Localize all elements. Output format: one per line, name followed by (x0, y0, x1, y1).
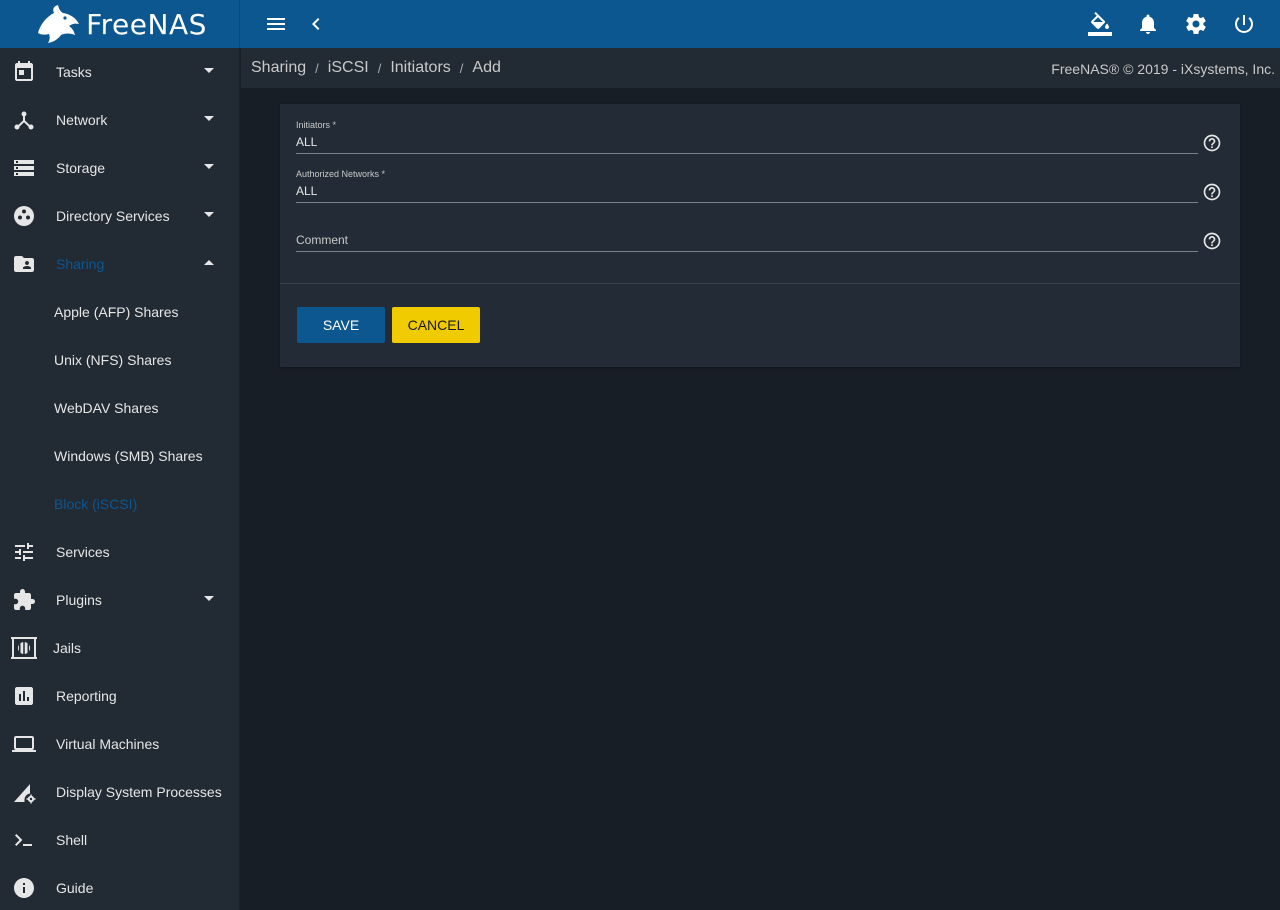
help-circle-icon[interactable] (1202, 133, 1222, 153)
sidebar-item-label: Directory Services (56, 208, 170, 224)
sidebar-item-storage[interactable]: Storage (0, 144, 239, 192)
chevron-down-icon (204, 116, 214, 121)
chevron-down-icon (204, 212, 214, 217)
paint-bucket-icon[interactable] (1088, 12, 1112, 36)
sidebar-item-tasks[interactable]: Tasks (0, 48, 239, 96)
sidebar-item-label: Network (56, 112, 108, 128)
help-circle-icon[interactable] (1202, 182, 1222, 202)
comment-field[interactable]: Comment (296, 216, 1198, 252)
breadcrumb-item-sharing[interactable]: Sharing (251, 59, 306, 77)
terminal-icon (12, 828, 36, 852)
form-divider (280, 283, 1240, 284)
puzzle-icon (12, 588, 36, 612)
sidebar-subitem-iscsi[interactable]: Block (iSCSI) (0, 480, 239, 528)
chart-icon (12, 684, 36, 708)
sidebar-item-label: Shell (56, 832, 88, 848)
network-icon (12, 108, 36, 132)
chevron-up-icon (204, 260, 214, 265)
initiators-value[interactable]: ALL (296, 135, 317, 149)
sidebar-item-label: Services (56, 544, 110, 560)
processes-icon (12, 780, 36, 804)
sidebar: Tasks Network Storage Directory Services… (0, 48, 240, 910)
sidebar-subitem-webdav[interactable]: WebDAV Shares (0, 384, 239, 432)
bell-icon[interactable] (1136, 12, 1160, 36)
chevron-left-icon[interactable] (304, 12, 328, 36)
comment-placeholder[interactable]: Comment (296, 233, 348, 247)
sidebar-item-display-system-processes[interactable]: Display System Processes (0, 768, 239, 816)
logo[interactable]: FreeNAS (0, 0, 240, 48)
chevron-down-icon (204, 68, 214, 73)
sidebar-item-jails[interactable]: Jails (0, 624, 239, 672)
breadcrumb-item-initiators[interactable]: Initiators (390, 59, 450, 77)
initiators-field[interactable]: Initiators * ALL (296, 118, 1198, 154)
authorized-networks-field[interactable]: Authorized Networks * ALL (296, 167, 1198, 203)
sidebar-item-label: Guide (56, 880, 94, 896)
folder-shared-icon (12, 252, 36, 276)
top-bar: FreeNAS (0, 0, 1280, 48)
info-icon (12, 876, 36, 900)
sidebar-item-label: Virtual Machines (56, 736, 160, 752)
sidebar-item-label: Storage (56, 160, 106, 176)
sidebar-item-label: Tasks (56, 64, 92, 80)
sidebar-item-sharing[interactable]: Sharing (0, 240, 239, 288)
sidebar-item-shell[interactable]: Shell (0, 816, 239, 864)
sidebar-item-services[interactable]: Services (0, 528, 239, 576)
sidebar-subitem-afp[interactable]: Apple (AFP) Shares (0, 288, 239, 336)
storage-icon (12, 156, 36, 180)
sidebar-item-plugins[interactable]: Plugins (0, 576, 239, 624)
calendar-icon (12, 60, 36, 84)
gear-icon[interactable] (1184, 12, 1208, 36)
breadcrumb-item-iscsi[interactable]: iSCSI (328, 59, 369, 77)
directory-services-icon (12, 204, 36, 228)
laptop-icon (12, 732, 36, 756)
save-button[interactable]: SAVE (297, 307, 385, 343)
breadcrumb-separator: / (377, 60, 382, 76)
brand-name: FreeNAS (86, 7, 207, 41)
chevron-down-icon (204, 596, 214, 601)
sidebar-subitem-nfs[interactable]: Unix (NFS) Shares (0, 336, 239, 384)
copyright-text: FreeNAS® © 2019 - iXsystems, Inc. (1051, 61, 1275, 77)
help-circle-icon[interactable] (1202, 231, 1222, 251)
sidebar-item-label: Jails (53, 640, 82, 656)
chevron-down-icon (204, 164, 214, 169)
sidebar-subitem-smb[interactable]: Windows (SMB) Shares (0, 432, 239, 480)
breadcrumb: Sharing / iSCSI / Initiators / Add (251, 59, 501, 77)
sidebar-item-guide[interactable]: Guide (0, 864, 239, 910)
breadcrumb-separator: / (315, 60, 319, 76)
initiators-label: Initiators * (296, 120, 337, 130)
sidebar-item-label: Sharing (56, 256, 105, 272)
power-icon[interactable] (1232, 12, 1256, 36)
menu-icon[interactable] (264, 12, 288, 36)
breadcrumb-separator: / (459, 60, 464, 76)
authorized-networks-label: Authorized Networks * (296, 169, 386, 179)
sliders-icon (12, 540, 36, 564)
sidebar-item-label: Display System Processes (56, 784, 222, 800)
breadcrumb-bar: Sharing / iSCSI / Initiators / Add FreeN… (241, 48, 1280, 88)
sidebar-item-label: Plugins (56, 592, 102, 608)
jail-icon (10, 636, 38, 660)
cancel-button[interactable]: CANCEL (392, 307, 480, 343)
freenas-shark-icon (38, 5, 80, 43)
sidebar-item-network[interactable]: Network (0, 96, 239, 144)
sidebar-item-directory-services[interactable]: Directory Services (0, 192, 239, 240)
breadcrumb-item-add: Add (472, 59, 501, 76)
authorized-networks-value[interactable]: ALL (296, 184, 317, 198)
sidebar-item-label: Reporting (56, 688, 117, 704)
sidebar-item-virtual-machines[interactable]: Virtual Machines (0, 720, 239, 768)
initiator-form-card: Initiators * ALL Authorized Networks * A… (280, 104, 1240, 367)
sidebar-item-reporting[interactable]: Reporting (0, 672, 239, 720)
